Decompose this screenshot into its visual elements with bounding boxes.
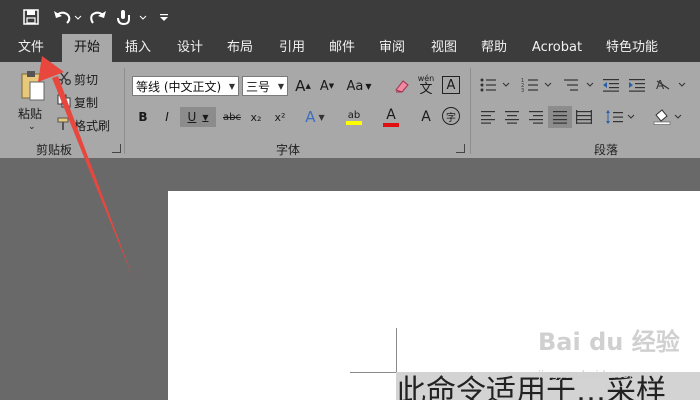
character-shading-button[interactable]: A (416, 107, 436, 127)
clipboard-group-label: 剪贴板 (36, 143, 73, 157)
superscript-button[interactable]: x² (270, 107, 290, 127)
ribbon-tabs: 文件 开始 插入 设计 布局 引用 邮件 审阅 视图 帮助 Acrobat 特色… (0, 34, 700, 62)
phonetic-char: 文 (419, 81, 433, 97)
numbering-icon[interactable]: 123 (520, 74, 556, 96)
align-right-icon[interactable] (526, 107, 546, 127)
character-border-button[interactable]: A (442, 76, 460, 94)
align-left-icon[interactable] (478, 107, 498, 127)
bullets-icon[interactable] (478, 74, 514, 96)
multilevel-list-icon[interactable] (562, 74, 598, 96)
cut-icon[interactable] (56, 70, 72, 86)
tab-view[interactable]: 视图 (422, 34, 466, 62)
align-center-icon[interactable] (502, 107, 522, 127)
paste-icon[interactable] (14, 70, 50, 104)
underline-label: U (187, 110, 197, 124)
customize-icon[interactable] (156, 5, 172, 29)
text-effects-icon: A (305, 108, 316, 126)
chevron-down-icon: ▼ (228, 82, 235, 91)
chinese-layout-icon[interactable]: A (654, 74, 690, 96)
baidu-watermark-url: jingyan.baidu.com (538, 368, 640, 381)
baidu-watermark: Bai du 经验 (538, 328, 680, 356)
bold-button[interactable]: B (134, 107, 152, 127)
chevron-down-icon: ▼ (277, 82, 284, 91)
font-name-value: 等线 (中文正文) (136, 80, 222, 94)
copy-icon[interactable] (56, 93, 72, 109)
shrink-font-button[interactable]: A ▼ (318, 76, 336, 96)
highlight-color-bar (346, 120, 362, 125)
format-painter-icon[interactable] (56, 116, 72, 132)
italic-button[interactable]: I (158, 107, 176, 127)
undo-icon[interactable] (50, 5, 84, 29)
font-group-label: 字体 (276, 143, 301, 157)
paragraph-group-label: 段落 (594, 143, 619, 157)
shrink-font-icon: A (319, 78, 329, 94)
ribbon-home: 粘贴 ⌄ 剪切 复制 格式刷 剪贴板 等线 (中文正文) ▼ 三号 ▼ A ▲ A ▼ … (0, 62, 700, 158)
grow-font-icon: A (295, 77, 306, 95)
format-painter-button[interactable]: 格式刷 (74, 117, 110, 134)
tab-review[interactable]: 审阅 (370, 34, 414, 62)
redo-icon[interactable] (88, 5, 110, 29)
enclose-characters-button[interactable]: 字 (442, 107, 460, 125)
margin-crop-mark (350, 372, 397, 373)
tab-home[interactable]: 开始 (62, 34, 112, 62)
tab-acrobat[interactable]: Acrobat (526, 34, 588, 62)
font-launcher-icon[interactable] (456, 144, 465, 153)
cut-button[interactable]: 剪切 (74, 71, 98, 88)
tab-help[interactable]: 帮助 (472, 34, 516, 62)
copy-button[interactable]: 复制 (74, 94, 98, 111)
quick-access-toolbar (0, 0, 700, 34)
tab-file[interactable]: 文件 (8, 34, 54, 62)
tab-special-features[interactable]: 特色功能 (598, 34, 666, 62)
font-color-bar (383, 123, 399, 127)
paste-dropdown-icon[interactable]: ⌄ (28, 122, 36, 132)
font-size-value: 三号 (246, 80, 271, 94)
svg-text:3: 3 (521, 88, 524, 93)
shading-icon[interactable] (652, 107, 686, 127)
increase-indent-icon[interactable] (626, 74, 648, 96)
tab-references[interactable]: 引用 (270, 34, 314, 62)
line-spacing-icon[interactable] (604, 107, 638, 127)
strikethrough-button[interactable]: abc (220, 107, 244, 127)
font-size-combo[interactable]: 三号 ▼ (242, 76, 288, 96)
highlight-button[interactable]: ab (338, 105, 370, 129)
clear-formatting-icon[interactable] (392, 76, 412, 96)
text-effects-button[interactable]: A ▼ (300, 107, 330, 127)
highlight-icon: ab (347, 109, 361, 121)
separator (470, 68, 471, 154)
font-color-icon: A (386, 107, 396, 123)
tab-insert[interactable]: 插入 (116, 34, 160, 62)
change-case-icon: Aa (346, 78, 364, 94)
touch-icon[interactable] (114, 5, 150, 29)
phonetic-guide-button[interactable]: wén 文 (416, 72, 436, 98)
paste-button-label[interactable]: 粘贴 (18, 105, 42, 122)
margin-crop-mark (396, 328, 397, 373)
underline-button[interactable]: U ▼ (180, 107, 216, 127)
grow-font-button[interactable]: A ▲ (294, 76, 312, 96)
decrease-indent-icon[interactable] (600, 74, 622, 96)
separator (124, 68, 125, 154)
subscript-button[interactable]: x₂ (246, 107, 266, 127)
clipboard-launcher-icon[interactable] (112, 144, 121, 153)
save-icon[interactable] (20, 5, 42, 29)
font-name-combo[interactable]: 等线 (中文正文) ▼ (132, 76, 239, 96)
tab-layout[interactable]: 布局 (218, 34, 262, 62)
change-case-button[interactable]: Aa ▼ (344, 76, 374, 96)
font-color-button[interactable]: A (376, 105, 406, 129)
justify-icon[interactable] (548, 106, 572, 128)
tab-mailings[interactable]: 邮件 (320, 34, 364, 62)
distributed-icon[interactable] (574, 107, 594, 127)
tab-design[interactable]: 设计 (168, 34, 212, 62)
